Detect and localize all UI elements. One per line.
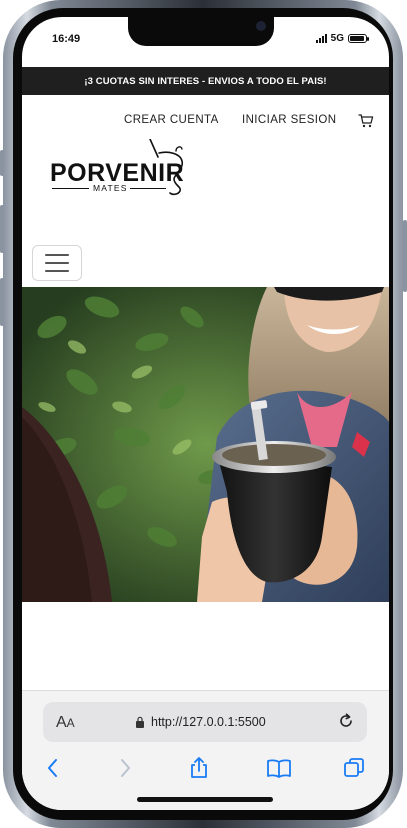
menu-toggle-button[interactable] bbox=[32, 245, 82, 281]
url-text: http://127.0.0.1:5500 bbox=[151, 715, 266, 729]
tabs-icon[interactable] bbox=[343, 757, 365, 779]
url-display: http://127.0.0.1:5500 bbox=[135, 715, 266, 729]
logo-subtitle: MATES bbox=[93, 183, 128, 193]
hamburger-bar bbox=[45, 270, 69, 272]
action-button bbox=[0, 150, 4, 176]
power-button bbox=[403, 220, 407, 292]
signal-icon bbox=[315, 34, 327, 43]
browser-toolbar bbox=[22, 753, 389, 785]
forward-icon[interactable] bbox=[114, 757, 136, 779]
browser-chrome: AA http://127.0.0.1:5500 bbox=[22, 690, 389, 810]
share-icon[interactable] bbox=[188, 757, 210, 779]
status-time: 16:49 bbox=[52, 33, 81, 45]
hero-image bbox=[22, 287, 389, 602]
back-icon[interactable] bbox=[42, 757, 64, 779]
create-account-link[interactable]: CREAR CUENTA bbox=[124, 114, 219, 126]
reload-icon[interactable] bbox=[337, 712, 355, 730]
hamburger-bar bbox=[45, 262, 69, 264]
hero-photo bbox=[22, 287, 389, 602]
brand-logo[interactable]: PORVENIR MATES bbox=[50, 139, 185, 209]
text-size-button[interactable]: AA bbox=[56, 714, 75, 732]
battery-level bbox=[350, 36, 364, 41]
promo-banner: ¡3 CUOTAS SIN INTERES - ENVIOS A TODO EL… bbox=[22, 67, 389, 95]
home-indicator[interactable] bbox=[137, 797, 273, 802]
lock-icon bbox=[136, 716, 144, 728]
top-nav: CREAR CUENTA INICIAR SESION bbox=[22, 114, 389, 130]
network-label: 5G bbox=[330, 33, 344, 44]
promo-text: ¡3 CUOTAS SIN INTERES - ENVIOS A TODO EL… bbox=[84, 75, 327, 87]
screen: 16:49 5G ¡3 CUOTAS SIN INTERES - ENVIOS … bbox=[22, 17, 389, 810]
camera-icon bbox=[256, 21, 266, 31]
logo-rule-left bbox=[52, 188, 89, 189]
volume-down-button bbox=[0, 278, 4, 326]
cart-icon[interactable] bbox=[358, 113, 374, 129]
mate-logo-icon bbox=[149, 139, 184, 196]
status-bar: 16:49 5G bbox=[22, 17, 389, 67]
status-indicators: 5G bbox=[315, 33, 369, 44]
address-bar[interactable]: AA http://127.0.0.1:5500 bbox=[43, 702, 367, 742]
volume-up-button bbox=[0, 205, 4, 253]
dynamic-island bbox=[128, 17, 274, 46]
bookmarks-icon[interactable] bbox=[266, 757, 292, 779]
login-link[interactable]: INICIAR SESION bbox=[242, 114, 336, 126]
hamburger-bar bbox=[45, 254, 69, 256]
battery-icon bbox=[348, 34, 369, 43]
